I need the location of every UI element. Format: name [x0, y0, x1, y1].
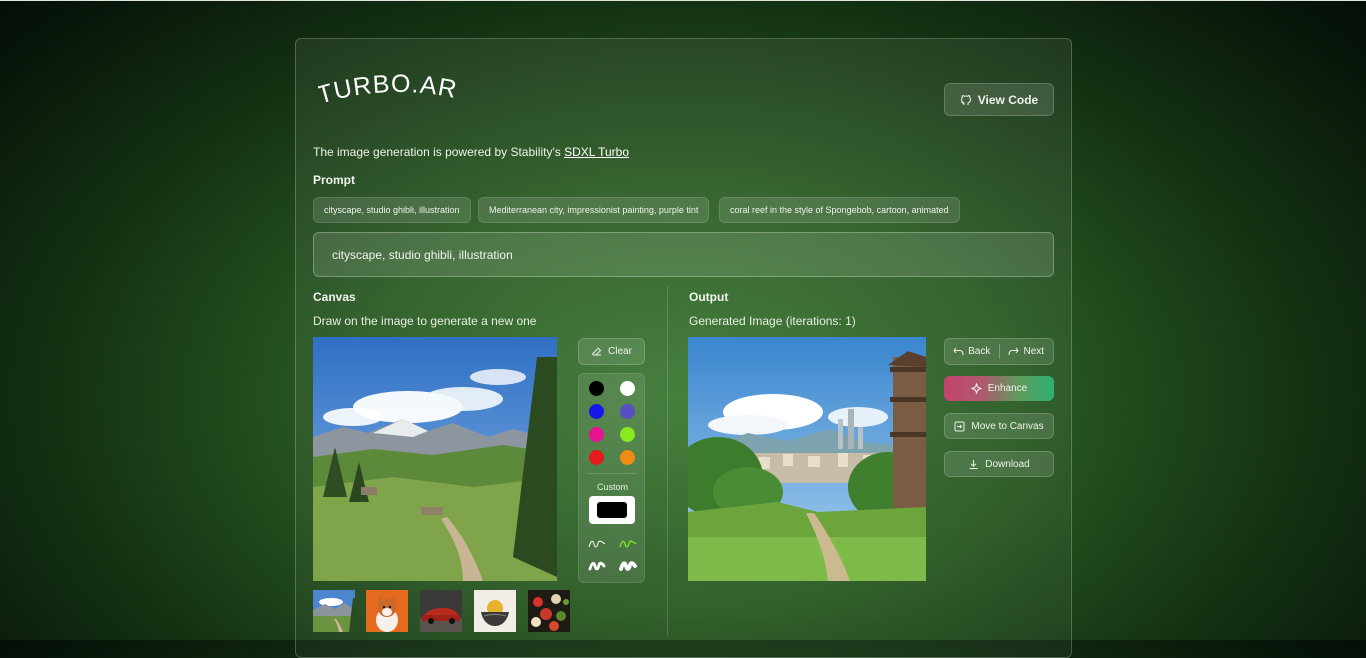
color-swatch-blue[interactable] — [589, 404, 604, 419]
generated-image — [688, 337, 926, 581]
custom-color-preview — [597, 502, 627, 518]
clear-button[interactable]: Clear — [578, 338, 645, 365]
mountain-thumbnail-image — [313, 590, 355, 632]
custom-color-label: Custom — [596, 482, 628, 492]
sdxl-turbo-link[interactable]: SDXL Turbo — [564, 145, 629, 159]
color-swatch-magenta[interactable] — [589, 427, 604, 442]
canvas-subtitle: Draw on the image to generate a new one — [313, 314, 537, 328]
canvas-label: Canvas — [313, 290, 356, 304]
thumbnail-food[interactable] — [528, 590, 570, 632]
extra-thick-brush-icon[interactable] — [619, 559, 637, 573]
download-button[interactable]: Download — [944, 451, 1054, 477]
prompt-chip-coral-reef[interactable]: coral reef in the style of Spongebob, ca… — [719, 197, 960, 223]
next-label: Next — [1023, 346, 1045, 357]
palette-divider — [587, 473, 637, 474]
back-label: Back — [968, 346, 991, 357]
output-subtitle: Generated Image (iterations: 1) — [689, 314, 856, 328]
view-code-button[interactable]: View Code — [944, 83, 1054, 116]
thumbnail-sunset-bowl[interactable] — [474, 590, 516, 632]
svg-text:TURBO.ART: TURBO.ART — [318, 74, 459, 110]
download-icon — [969, 459, 978, 469]
color-swatch-red[interactable] — [589, 450, 604, 465]
thumbnail-corgi[interactable] — [366, 590, 408, 632]
turbo-art-logo: TURBO.ART — [318, 74, 459, 110]
color-swatch-orange[interactable] — [620, 450, 635, 465]
custom-color-picker[interactable] — [589, 496, 635, 524]
thumbnail-car[interactable] — [420, 590, 462, 632]
clear-label: Clear — [608, 346, 632, 357]
eraser-icon — [591, 347, 602, 356]
powered-by-text: The image generation is powered by Stabi… — [313, 145, 629, 159]
enhance-label: Enhance — [987, 383, 1028, 394]
thick-brush-icon[interactable] — [588, 559, 606, 573]
mountain-landscape-image — [313, 337, 557, 581]
food-thumbnail-image — [528, 590, 570, 632]
color-palette: Custom — [578, 373, 645, 583]
github-icon — [960, 94, 971, 105]
prompt-input[interactable] — [313, 232, 1054, 277]
prompt-chip-cityscape[interactable]: cityscape, studio ghibli, illustration — [313, 197, 471, 223]
prompt-label: Prompt — [313, 173, 355, 187]
thumbnail-mountain[interactable] — [313, 590, 355, 632]
undo-arrow-icon — [953, 347, 964, 356]
color-swatch-indigo[interactable] — [620, 404, 635, 419]
output-label: Output — [689, 290, 729, 304]
move-to-canvas-button[interactable]: Move to Canvas — [944, 413, 1054, 439]
next-button[interactable]: Next — [1000, 339, 1054, 364]
column-divider — [667, 286, 668, 636]
drawing-canvas[interactable] — [313, 337, 557, 581]
color-swatch-lime[interactable] — [620, 427, 635, 442]
ghibli-cityscape-image — [688, 337, 926, 581]
color-swatch-white[interactable] — [620, 381, 635, 396]
back-button[interactable]: Back — [945, 339, 999, 364]
sunset-bowl-thumbnail-image — [474, 590, 516, 632]
enhance-button[interactable]: Enhance — [944, 376, 1054, 401]
thin-brush-white-icon[interactable] — [588, 538, 606, 550]
download-label: Download — [985, 458, 1030, 470]
view-code-label: View Code — [977, 92, 1039, 107]
car-thumbnail-image — [420, 590, 462, 632]
move-to-canvas-label: Move to Canvas — [971, 420, 1044, 432]
redo-arrow-icon — [1008, 347, 1020, 356]
window-top-border — [0, 0, 1366, 1]
move-to-canvas-icon — [954, 421, 965, 431]
prompt-chip-mediterranean[interactable]: Mediterranean city, impressionist painti… — [478, 197, 710, 223]
thin-brush-green-icon[interactable] — [619, 538, 637, 550]
corgi-thumbnail-image — [366, 590, 408, 632]
sparkle-icon — [971, 383, 982, 394]
powered-by-prefix: The image generation is powered by Stabi… — [313, 145, 565, 159]
history-navigation: Back Next — [944, 338, 1054, 365]
color-swatch-black[interactable] — [589, 381, 604, 396]
